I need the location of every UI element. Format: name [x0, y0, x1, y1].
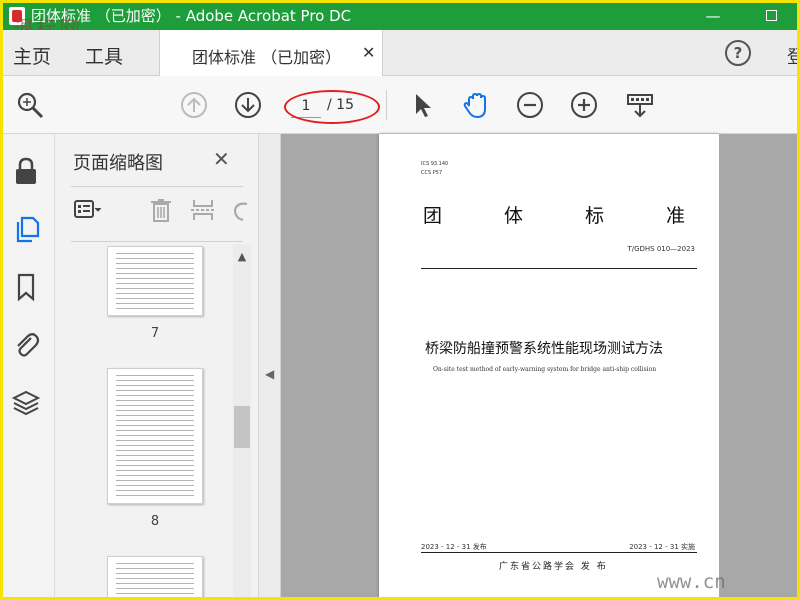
title-bar: 团体标准 （已加密） - Adobe Acrobat Pro DC —	[3, 3, 797, 30]
document-tab-label: 团体标准 （已加密）	[192, 48, 342, 67]
implement-date: 2023 - 12 - 31 实施	[629, 543, 695, 551]
zoom-in-icon[interactable]	[569, 90, 599, 120]
hand-tool-icon[interactable]	[461, 90, 491, 120]
thumbnail-content	[116, 563, 194, 597]
tab-bar: 主页 工具 团体标准 （已加密） ✕ ? 登	[3, 30, 797, 76]
close-panel-button[interactable]: ✕	[213, 147, 230, 171]
close-tab-button[interactable]: ✕	[362, 43, 375, 62]
horizontal-rule	[421, 552, 697, 553]
standard-code: T/GDHS 010—2023	[627, 245, 695, 253]
publish-date: 2023 - 12 - 31 发布	[421, 543, 487, 551]
page-thumbnails-panel: 页面缩略图 ✕ 7 8 ▲	[55, 134, 259, 597]
page-thumbnail-9[interactable]	[107, 556, 203, 597]
title-char: 准	[665, 205, 685, 227]
red-annotation-ellipse	[284, 90, 380, 124]
panel-divider	[71, 241, 243, 242]
tab-document[interactable]: 团体标准 （已加密） ✕	[159, 30, 383, 76]
thumbnail-content	[116, 253, 194, 309]
acrobat-window: 团体标准 （已加密） - Adobe Acrobat Pro DC — 退标网 …	[0, 0, 800, 600]
ccs-code: CCS P57	[421, 170, 443, 176]
zoom-out-icon[interactable]	[515, 90, 545, 120]
chevron-up-icon[interactable]: ▲	[233, 250, 251, 264]
title-char: 标	[584, 205, 604, 227]
layers-icon[interactable]	[11, 388, 41, 418]
rotate-page-icon[interactable]	[227, 196, 255, 224]
horizontal-rule	[421, 268, 697, 269]
panel-title: 页面缩略图	[73, 153, 163, 174]
document-view[interactable]: ◀ ICS 93.140 CCS P57 团 体 标 准 T/GDHS 010—…	[259, 134, 797, 597]
ics-code: ICS 93.140	[421, 161, 449, 167]
bookmark-icon[interactable]	[11, 272, 41, 302]
scrolling-mode-icon[interactable]	[625, 90, 655, 120]
page-thumbnail-8[interactable]	[107, 368, 203, 504]
find-text-icon[interactable]	[15, 90, 45, 120]
select-tool-icon[interactable]	[407, 90, 437, 120]
lock-icon[interactable]	[11, 156, 41, 186]
maximize-button[interactable]	[761, 5, 781, 27]
insert-page-icon[interactable]	[189, 196, 217, 224]
standard-title-chinese: 桥梁防船撞预警系统性能现场测试方法	[425, 341, 663, 357]
document-type-title: 团 体 标 准	[423, 201, 685, 228]
delete-page-icon[interactable]	[147, 196, 175, 224]
scrollbar-thumb[interactable]	[234, 406, 250, 448]
next-page-icon[interactable]	[233, 90, 263, 120]
minimize-button[interactable]: —	[703, 5, 723, 27]
chevron-left-icon[interactable]: ◀	[265, 367, 274, 381]
attachment-icon[interactable]	[11, 330, 41, 360]
panel-divider	[71, 186, 243, 187]
watermark-text-bottom: www.cn	[657, 571, 726, 593]
help-icon[interactable]: ?	[725, 40, 751, 66]
thumbnail-page-number: 7	[150, 326, 160, 341]
standard-title-english: On-site test method of early-warning sys…	[433, 366, 657, 373]
maximize-icon	[765, 10, 777, 21]
collapse-panel-strip[interactable]: ◀	[259, 134, 281, 597]
thumbnail-scrollbar[interactable]: ▲	[233, 244, 251, 597]
thumbnail-options-icon[interactable]	[73, 196, 101, 224]
toolbar: / 15	[3, 76, 797, 134]
page-thumbnails-icon[interactable]	[11, 214, 41, 244]
tab-home[interactable]: 主页	[13, 42, 51, 69]
sign-in-button[interactable]: 登	[787, 43, 797, 69]
page-thumbnail-7[interactable]	[107, 246, 203, 316]
pdf-page[interactable]: ICS 93.140 CCS P57 团 体 标 准 T/GDHS 010—20…	[379, 134, 719, 597]
issuer: 广东省公路学会 发 布	[499, 562, 608, 572]
title-char: 团	[423, 205, 443, 227]
thumbnail-page-number: 8	[150, 514, 160, 529]
navigation-rail	[3, 134, 55, 597]
previous-page-icon[interactable]	[179, 90, 209, 120]
toolbar-divider	[386, 90, 387, 120]
thumbnail-content	[116, 375, 194, 497]
tab-tools[interactable]: 工具	[85, 42, 123, 69]
document-background	[719, 134, 797, 597]
title-char: 体	[503, 205, 523, 227]
